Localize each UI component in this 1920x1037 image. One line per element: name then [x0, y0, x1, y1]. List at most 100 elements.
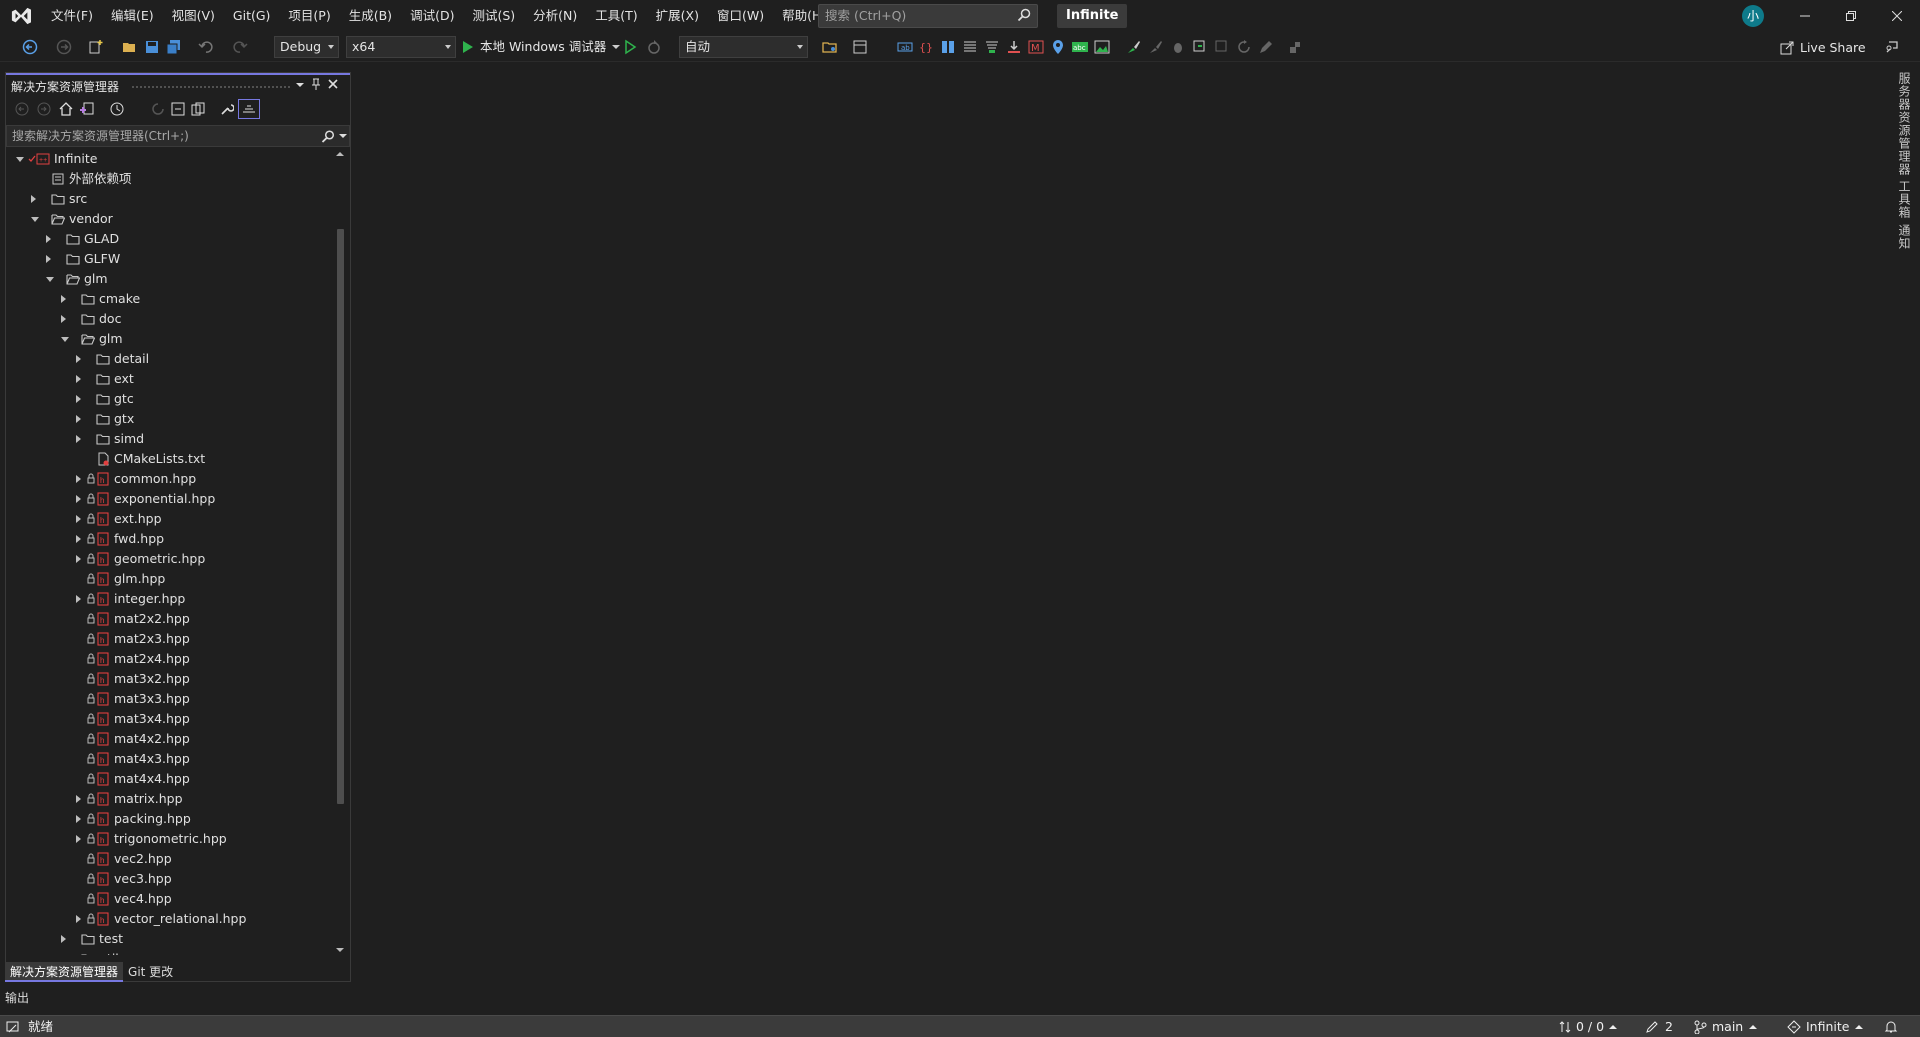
close-panel-icon[interactable] [328, 79, 338, 89]
tree-item[interactable]: util [6, 949, 332, 955]
expand-arrow-icon[interactable] [61, 315, 66, 323]
tree-item[interactable]: cmake [6, 289, 332, 309]
tree-item[interactable]: GLFW [6, 249, 332, 269]
tree-item[interactable]: h integer.hpp [6, 589, 332, 609]
sync-icon[interactable] [151, 102, 165, 116]
step-over-icon[interactable] [1214, 39, 1230, 55]
collapse-all-icon[interactable] [171, 102, 185, 116]
pin-icon[interactable] [311, 78, 321, 90]
expand-arrow-icon[interactable] [76, 555, 81, 563]
expand-arrow-icon[interactable] [76, 475, 81, 483]
scroll-down-icon[interactable] [336, 947, 344, 953]
tree-item[interactable]: CMakeLists.txt [6, 449, 332, 469]
tree-item[interactable]: h geometric.hpp [6, 549, 332, 569]
expand-arrow-icon[interactable] [76, 435, 81, 443]
branch-status[interactable]: main [1693, 1016, 1758, 1037]
scroll-up-icon[interactable] [336, 151, 344, 157]
braces-icon[interactable]: {} [918, 39, 934, 55]
tree-item[interactable]: h fwd.hpp [6, 529, 332, 549]
drag-grip[interactable] [131, 85, 291, 89]
menu-item-8[interactable]: 分析(N) [524, 0, 586, 32]
collapse-arrow-icon[interactable] [16, 157, 24, 162]
expand-arrow-icon[interactable] [76, 395, 81, 403]
expand-arrow-icon[interactable] [76, 595, 81, 603]
tree-item[interactable]: h mat4x3.hpp [6, 749, 332, 769]
side-tab-1[interactable]: 工具箱 [1896, 180, 1913, 219]
tree-item[interactable]: h common.hpp [6, 469, 332, 489]
tree-item[interactable]: h mat3x2.hpp [6, 669, 332, 689]
account-avatar[interactable]: 小 [1742, 5, 1764, 27]
configuration-select[interactable]: Debug [274, 36, 339, 58]
tree-item[interactable]: ++ Infinite [6, 149, 332, 169]
tree-item[interactable]: h matrix.hpp [6, 789, 332, 809]
align-icon[interactable] [940, 39, 956, 55]
navigate-forward-icon[interactable] [56, 39, 72, 55]
step-into-icon[interactable] [1192, 39, 1208, 55]
preview-selected-items-button[interactable] [238, 99, 260, 119]
refresh-icon[interactable] [1236, 39, 1252, 55]
expand-arrow-icon[interactable] [46, 235, 51, 243]
feedback-icon[interactable] [1884, 39, 1900, 55]
stack-icon[interactable] [984, 39, 1000, 55]
sync-status[interactable]: 0 / 0 [1558, 1016, 1618, 1037]
repository-status[interactable]: Infinite [1787, 1016, 1864, 1037]
tree-item[interactable]: detail [6, 349, 332, 369]
expand-arrow-icon[interactable] [46, 255, 51, 263]
tree-item[interactable]: h mat3x4.hpp [6, 709, 332, 729]
menu-item-1[interactable]: 编辑(E) [102, 0, 163, 32]
expand-arrow-icon[interactable] [61, 935, 66, 943]
tab-git-changes[interactable]: Git 更改 [123, 962, 178, 982]
switch-views-icon[interactable] [79, 102, 95, 116]
menu-item-7[interactable]: 测试(S) [463, 0, 524, 32]
tree-item[interactable]: 外部依赖项 [6, 169, 332, 189]
tree-item[interactable]: h vec4.hpp [6, 889, 332, 909]
tree-item[interactable]: h mat4x2.hpp [6, 729, 332, 749]
save-all-icon[interactable] [166, 39, 182, 55]
expand-arrow-icon[interactable] [76, 495, 81, 503]
open-in-folder-icon[interactable] [822, 39, 838, 55]
close-window-button[interactable] [1874, 0, 1920, 32]
bug-icon[interactable] [1170, 39, 1186, 55]
tab-solution-explorer[interactable]: 解决方案资源管理器 [5, 962, 124, 982]
download-icon[interactable] [1006, 39, 1022, 55]
open-folder-icon[interactable] [122, 39, 138, 55]
output-panel-tab[interactable]: 输出 [5, 990, 29, 1006]
restore-button[interactable] [1828, 0, 1874, 32]
solution-name-badge[interactable]: Infinite [1057, 4, 1128, 28]
tree-scrollbar[interactable] [332, 149, 348, 955]
collapse-arrow-icon[interactable] [46, 277, 54, 282]
tree-item[interactable]: test [6, 929, 332, 949]
forward-icon[interactable] [37, 102, 51, 116]
menu-item-5[interactable]: 生成(B) [340, 0, 401, 32]
tree-item[interactable]: gtx [6, 409, 332, 429]
collapse-arrow-icon[interactable] [31, 217, 39, 222]
start-debugging-button[interactable]: 本地 Windows 调试器 [462, 38, 621, 56]
solution-config-select[interactable]: 自动 [679, 36, 808, 58]
brush-icon[interactable] [1126, 39, 1142, 55]
menu-item-3[interactable]: Git(G) [224, 0, 280, 32]
hot-reload-icon[interactable] [646, 39, 662, 55]
visual-studio-logo-icon[interactable] [10, 6, 32, 26]
back-icon[interactable] [15, 102, 29, 116]
side-tab-2[interactable]: 通知 [1896, 224, 1913, 250]
expand-arrow-icon[interactable] [76, 515, 81, 523]
expand-arrow-icon[interactable] [76, 795, 81, 803]
tree-item[interactable]: h vec3.hpp [6, 869, 332, 889]
tree-item[interactable]: h vector_relational.hpp [6, 909, 332, 929]
side-tab-0[interactable]: 服务器资源管理器 [1896, 72, 1913, 176]
live-share-button[interactable]: Live Share [1780, 39, 1866, 57]
tree-item[interactable]: src [6, 189, 332, 209]
redo-icon[interactable] [232, 39, 248, 55]
tree-item[interactable]: glm [6, 329, 332, 349]
menu-item-11[interactable]: 窗口(W) [708, 0, 773, 32]
tree-item[interactable]: h mat2x2.hpp [6, 609, 332, 629]
tree-item[interactable]: h mat3x3.hpp [6, 689, 332, 709]
tree-item[interactable]: h trigonometric.hpp [6, 829, 332, 849]
collapse-arrow-icon[interactable] [61, 337, 69, 342]
chevron-down-icon[interactable] [339, 134, 347, 139]
expand-arrow-icon[interactable] [76, 835, 81, 843]
start-without-debugging-icon[interactable] [622, 39, 638, 55]
expand-arrow-icon[interactable] [76, 815, 81, 823]
undo-icon[interactable] [198, 39, 214, 55]
minimize-button[interactable] [1782, 0, 1828, 32]
